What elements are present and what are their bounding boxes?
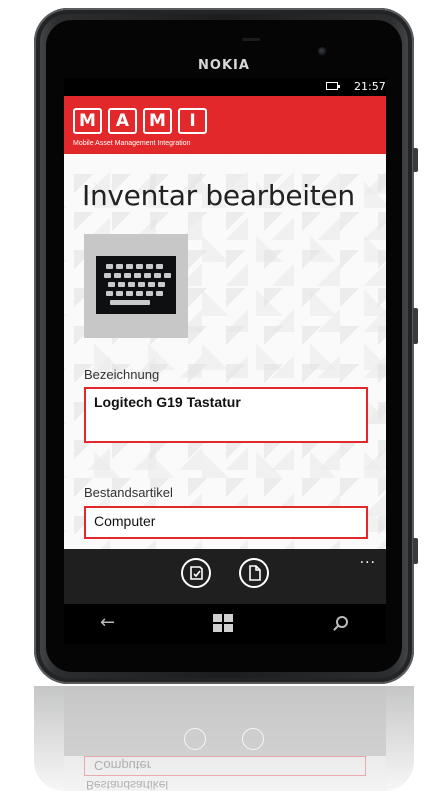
camera-button bbox=[413, 538, 418, 564]
reflection-save-icon bbox=[184, 728, 206, 750]
logo-letter-m: M bbox=[73, 108, 102, 134]
reflection-field-label: Bestandsartikel bbox=[86, 778, 169, 791]
reflection-document-icon bbox=[242, 728, 264, 750]
volume-button bbox=[413, 148, 418, 172]
app-header: M A M I Mobile Asset Management Integrat… bbox=[64, 96, 386, 154]
earpiece bbox=[242, 38, 260, 41]
bestandsartikel-label: Bestandsartikel bbox=[84, 485, 173, 500]
hardware-navbar: ← bbox=[64, 604, 386, 644]
logo-letter-i: I bbox=[178, 108, 207, 134]
logo-letter-a: A bbox=[108, 108, 137, 134]
phone-reflection: Computer Bestandsartikel bbox=[34, 686, 414, 791]
bezeichnung-input[interactable]: Logitech G19 Tastatur bbox=[84, 387, 368, 443]
save-icon bbox=[190, 566, 203, 580]
reflection-field-value: Computer bbox=[94, 758, 152, 773]
device-brand: NOKIA bbox=[198, 58, 250, 73]
status-bar: 21:57 bbox=[64, 78, 386, 96]
page-title: Inventar bearbeiten bbox=[82, 179, 355, 212]
item-photo[interactable] bbox=[84, 234, 188, 338]
phone-screen: 21:57 M A M I Mobile Asset Management In… bbox=[64, 78, 386, 604]
search-icon[interactable] bbox=[336, 616, 348, 628]
front-camera bbox=[318, 47, 327, 56]
windows-icon[interactable] bbox=[213, 614, 235, 632]
bezeichnung-label: Bezeichnung bbox=[84, 367, 160, 382]
battery-icon bbox=[326, 82, 340, 90]
logo-letter-m2: M bbox=[143, 108, 172, 134]
logo-subtitle: Mobile Asset Management Integration bbox=[73, 140, 191, 147]
bestandsartikel-input[interactable]: Computer bbox=[84, 506, 368, 539]
status-clock: 21:57 bbox=[354, 80, 386, 93]
more-options-button[interactable]: ... bbox=[360, 551, 376, 567]
back-arrow-icon[interactable]: ← bbox=[100, 612, 115, 633]
new-document-button[interactable] bbox=[239, 558, 269, 588]
document-icon bbox=[249, 565, 261, 581]
keyboard-photo bbox=[96, 256, 176, 314]
app-bar: ... bbox=[64, 549, 386, 604]
save-button[interactable] bbox=[181, 558, 211, 588]
power-button bbox=[413, 308, 418, 344]
reflection-appbar bbox=[64, 686, 386, 756]
reflection-screen: Computer Bestandsartikel bbox=[64, 686, 386, 791]
